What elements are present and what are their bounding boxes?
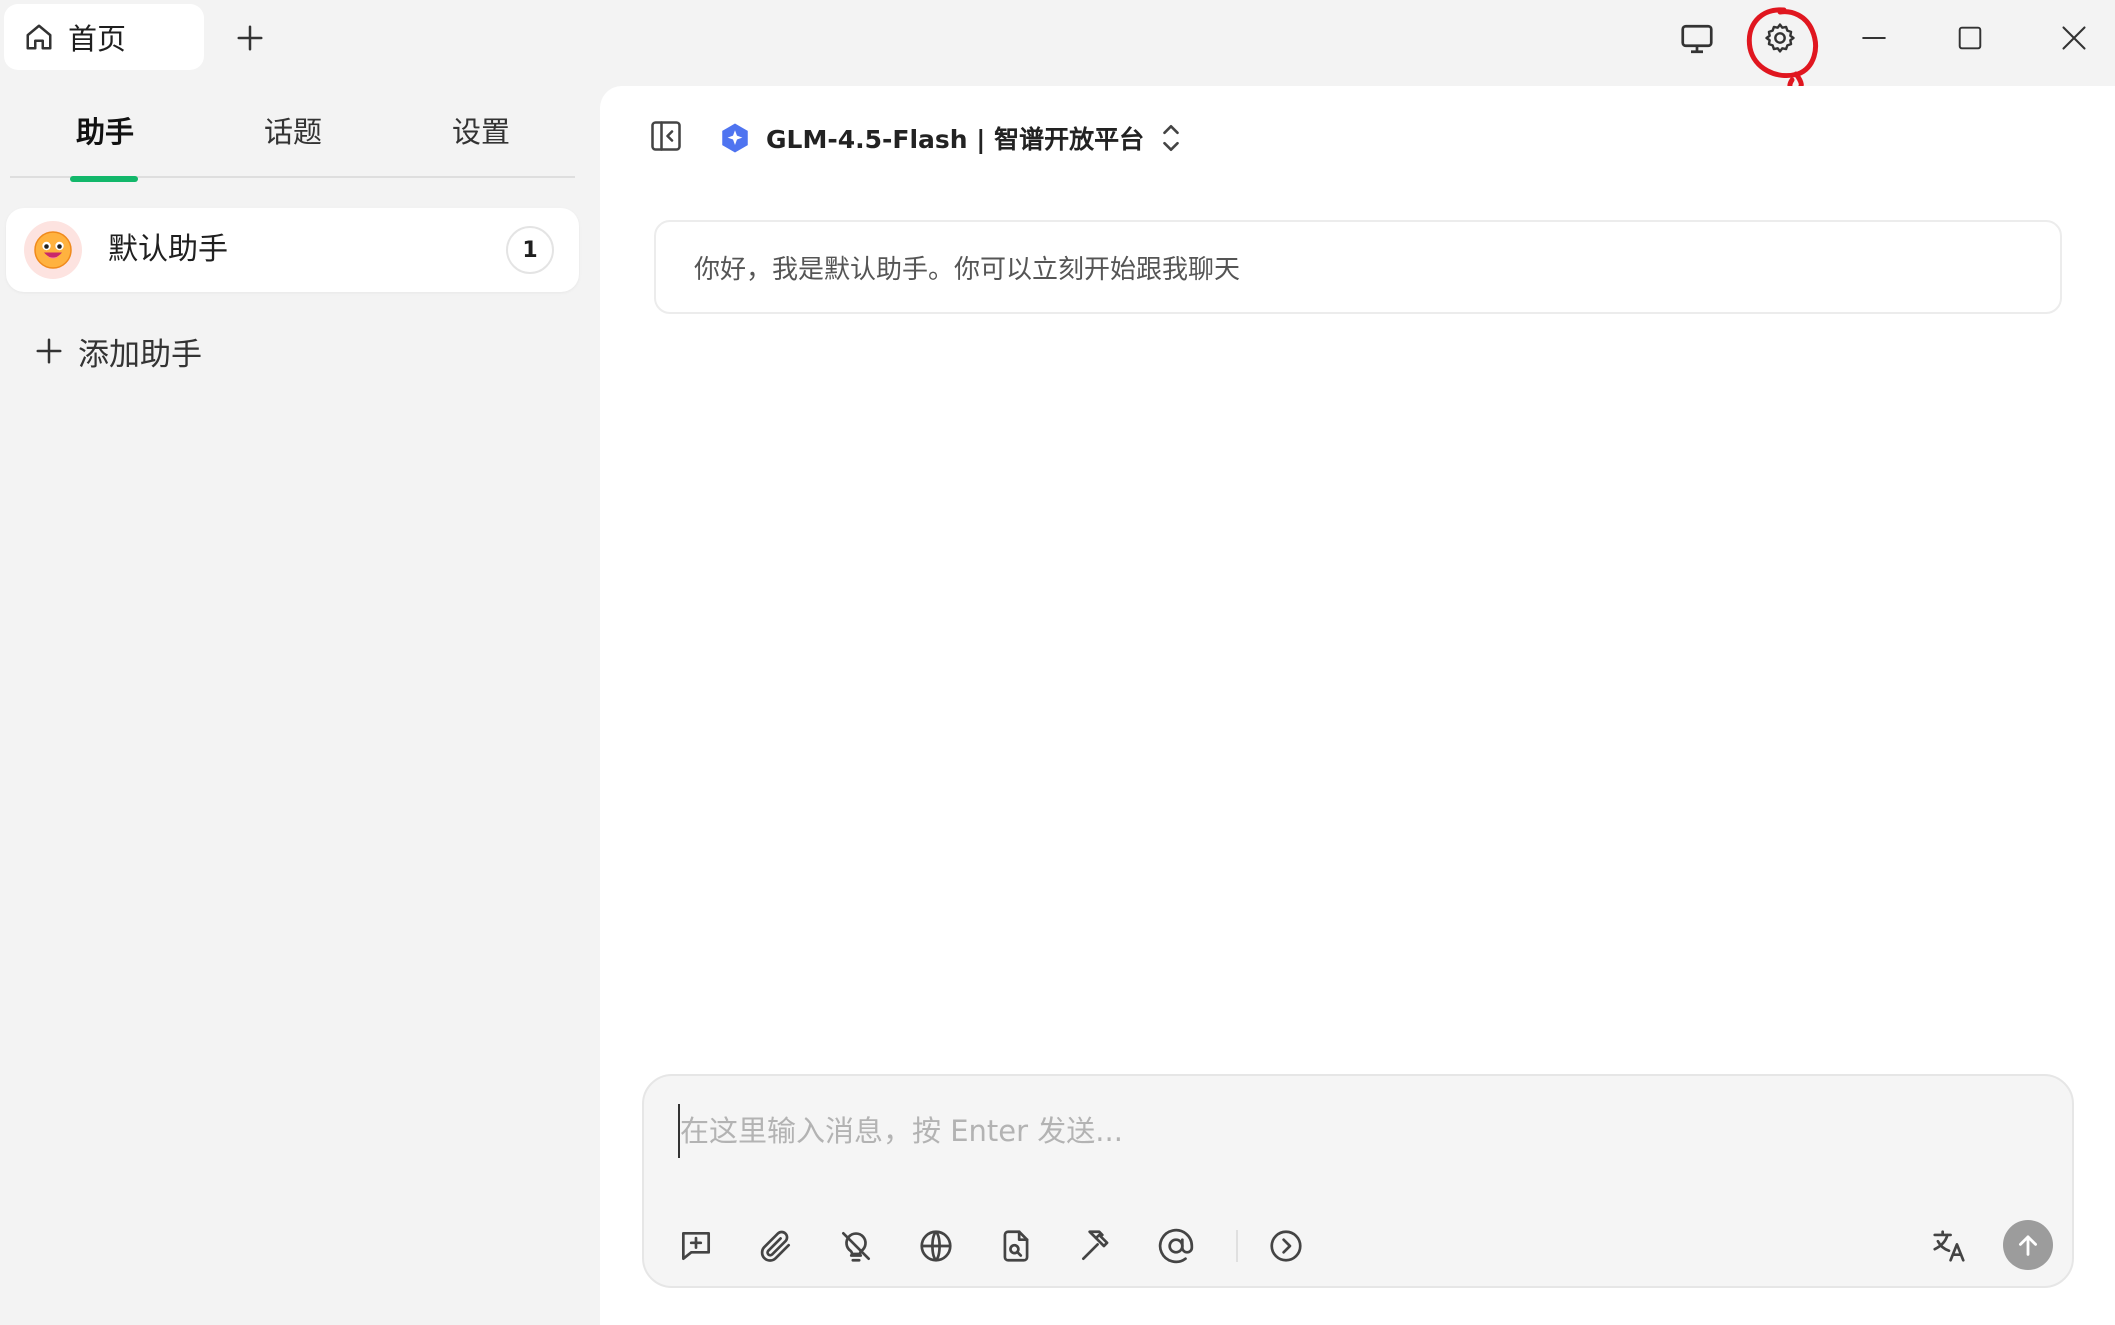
new-topic-icon xyxy=(681,1231,711,1261)
web-search-button[interactable] xyxy=(910,1220,962,1272)
add-assistant-button[interactable]: 添加助手 xyxy=(34,326,202,376)
window-close-button[interactable] xyxy=(2048,14,2100,62)
assistant-list-item[interactable]: 默认助手 1 xyxy=(6,208,579,292)
mention-icon xyxy=(1158,1228,1194,1264)
smiling-face-icon xyxy=(34,231,72,269)
thinking-off-icon xyxy=(841,1231,871,1262)
minimize-icon xyxy=(1861,25,1887,51)
thinking-toggle-button[interactable] xyxy=(830,1220,882,1272)
web-search-icon xyxy=(920,1230,952,1262)
attachment-button[interactable] xyxy=(750,1220,802,1272)
mention-model-button[interactable] xyxy=(1150,1220,1202,1272)
settings-button[interactable] xyxy=(1754,12,1806,64)
topic-count-badge: 1 xyxy=(506,226,554,274)
gear-icon xyxy=(1763,21,1797,55)
tab-settings[interactable]: 设置 xyxy=(416,104,546,160)
toggle-sidebar-button[interactable] xyxy=(644,114,688,158)
monitor-icon xyxy=(1679,21,1715,57)
active-tab-indicator xyxy=(70,176,138,182)
translate-button[interactable] xyxy=(1923,1220,1975,1272)
arrow-up-icon xyxy=(2019,1235,2037,1256)
window-minimize-button[interactable] xyxy=(1848,14,1900,62)
message-input[interactable] xyxy=(678,1104,2042,1158)
new-tab-button[interactable] xyxy=(226,14,274,62)
tab-home-label: 首页 xyxy=(68,22,127,56)
send-button[interactable] xyxy=(2003,1220,2053,1270)
tab-home[interactable]: 首页 xyxy=(4,4,204,70)
chevron-right-circle-icon xyxy=(1270,1230,1302,1262)
model-name: GLM-4.5-Flash | 智谱开放平台 xyxy=(766,125,1145,154)
new-topic-button[interactable] xyxy=(670,1220,722,1272)
mini-window-button[interactable] xyxy=(1672,14,1722,64)
assistant-greeting-message: 你好，我是默认助手。你可以立刻开始跟我聊天 xyxy=(654,220,2062,314)
knowledge-file-icon xyxy=(1003,1230,1029,1262)
assistant-name: 默认助手 xyxy=(108,232,228,267)
model-provider-logo-icon xyxy=(718,121,752,155)
knowledge-base-button[interactable] xyxy=(990,1220,1042,1272)
window-maximize-button[interactable] xyxy=(1944,14,1996,62)
sidebar-collapse-icon xyxy=(648,118,684,154)
close-icon xyxy=(2060,24,2088,52)
plus-icon xyxy=(34,336,64,366)
more-tools-button[interactable] xyxy=(1260,1220,1312,1272)
assistant-avatar xyxy=(24,221,82,279)
chevron-up-down-icon xyxy=(1158,121,1184,155)
maximize-icon xyxy=(1957,25,1983,51)
add-assistant-label: 添加助手 xyxy=(78,336,202,373)
tab-assistants[interactable]: 助手 xyxy=(40,104,170,160)
toolbar-divider xyxy=(1236,1230,1238,1262)
translate-icon xyxy=(1933,1230,1965,1262)
model-selector[interactable]: GLM-4.5-Flash | 智谱开放平台 xyxy=(718,112,1184,164)
attachment-icon xyxy=(760,1230,791,1262)
plus-icon xyxy=(235,23,265,53)
home-icon xyxy=(24,22,54,52)
hammer-icon xyxy=(1081,1230,1109,1261)
tab-topics[interactable]: 话题 xyxy=(228,104,358,160)
mcp-tools-button[interactable] xyxy=(1070,1220,1122,1272)
message-composer xyxy=(642,1074,2074,1288)
